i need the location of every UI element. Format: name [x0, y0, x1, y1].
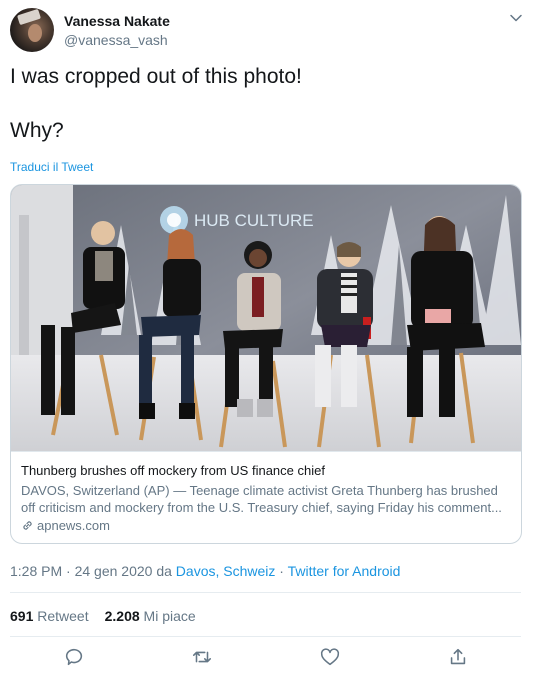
link-icon: [23, 521, 32, 530]
tweet-text-line: Why?: [10, 119, 64, 142]
tweet-location-link[interactable]: Davos, Schweiz: [176, 563, 276, 579]
tweet-actions: [0, 646, 533, 674]
card-image: HUB CULTURE: [11, 185, 521, 451]
tweet-header: Vanessa Nakate @vanessa_vash: [10, 8, 525, 56]
author-name[interactable]: Vanessa Nakate: [64, 13, 170, 29]
meta-separator: ·: [275, 563, 288, 579]
retweet-icon: [192, 651, 212, 663]
likes-count: 2.208: [104, 608, 140, 624]
hub-culture-logo-text: HUB CULTURE: [194, 211, 314, 230]
tweet-meta: 1:28 PM · 24 gen 2020 da Davos, Schweiz …: [10, 563, 400, 579]
reply-icon: [65, 648, 83, 666]
retweets-label: Retweet: [37, 608, 89, 624]
chevron-down-icon[interactable]: [509, 11, 523, 25]
avatar-face: [28, 24, 42, 42]
share-button[interactable]: [447, 646, 469, 668]
divider: [10, 592, 521, 593]
divider: [10, 636, 521, 637]
likes-label: Mi piace: [143, 608, 196, 624]
share-icon: [450, 648, 466, 665]
link-card[interactable]: HUB CULTURE Thunberg brushes off mockery…: [10, 184, 522, 544]
avatar-cap: [16, 8, 42, 26]
card-title[interactable]: Thunberg brushes off mockery from US fin…: [21, 463, 511, 478]
card-domain[interactable]: apnews.com: [21, 518, 110, 533]
retweets-stat[interactable]: 691 Retweet: [10, 608, 89, 624]
author-handle[interactable]: @vanessa_vash: [64, 32, 168, 48]
like-button[interactable]: [319, 646, 341, 668]
reply-button[interactable]: [63, 646, 85, 668]
card-description: DAVOS, Switzerland (AP) — Teenage climat…: [21, 483, 502, 515]
card-body: Thunberg brushes off mockery from US fin…: [11, 451, 521, 543]
like-icon: [320, 648, 340, 666]
tweet-text-line: I was cropped out of this photo!: [10, 65, 302, 88]
likes-stat[interactable]: 2.208 Mi piace: [105, 608, 196, 624]
tweet-source-link[interactable]: Twitter for Android: [288, 563, 401, 579]
card-domain-text: apnews.com: [37, 518, 110, 533]
avatar[interactable]: [10, 8, 54, 52]
retweets-count: 691: [10, 608, 34, 624]
tweet-text: I was cropped out of this photo! Why?: [10, 63, 520, 145]
tweet-timestamp[interactable]: 1:28 PM · 24 gen 2020 da: [10, 563, 176, 579]
tweet-stats: 691 Retweet 2.208 Mi piace: [10, 608, 196, 624]
translate-tweet-link[interactable]: Traduci il Tweet: [10, 160, 93, 174]
retweet-button[interactable]: [191, 646, 213, 668]
